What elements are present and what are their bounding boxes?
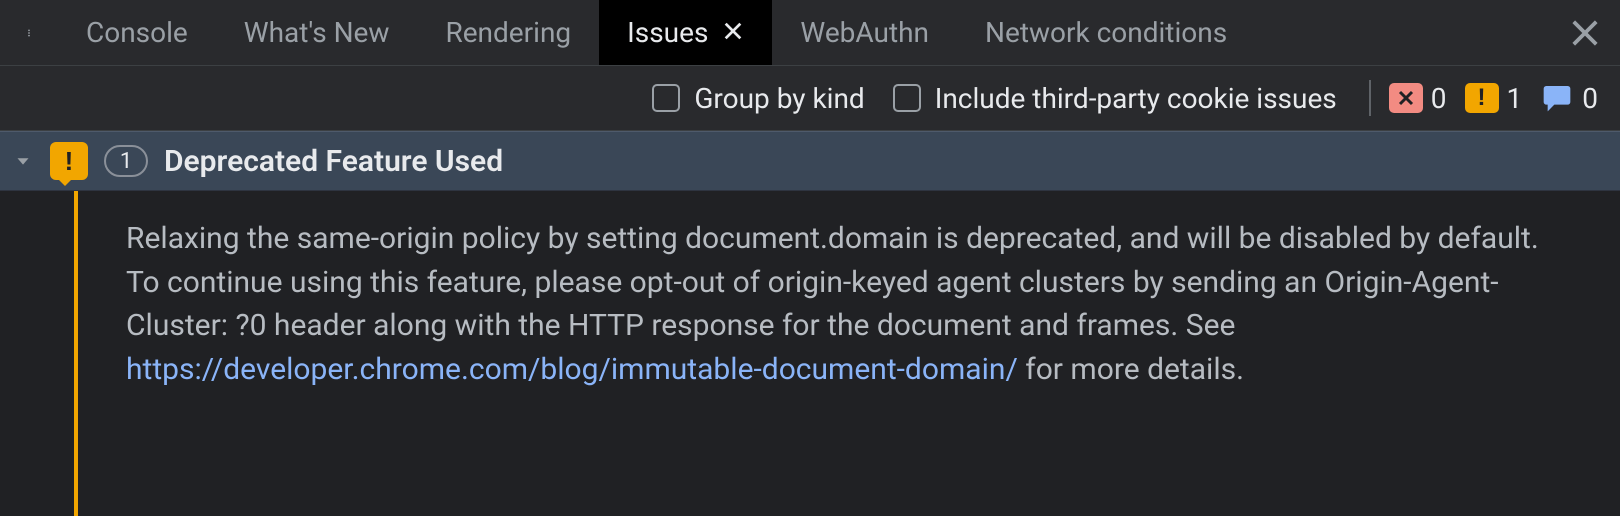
group-by-kind-option[interactable]: Group by kind [652, 82, 864, 115]
issue-occurrence-count: 1 [104, 145, 148, 177]
include-third-party-label: Include third-party cookie issues [935, 82, 1337, 115]
error-icon [1389, 83, 1423, 113]
warning-count[interactable]: ! 1 [1465, 82, 1523, 115]
checkbox-icon[interactable] [893, 84, 921, 112]
warning-bubble-icon: ! [50, 142, 88, 180]
chevron-down-icon[interactable] [12, 150, 34, 172]
issue-learn-more-link[interactable]: https://developer.chrome.com/blog/immuta… [126, 352, 1018, 387]
warning-icon: ! [1465, 83, 1499, 113]
close-icon[interactable] [722, 16, 744, 49]
tab-list: Console What's New Rendering Issues WebA… [58, 0, 1255, 65]
tab-whats-new[interactable]: What's New [216, 0, 418, 65]
more-tabs-icon[interactable] [0, 20, 58, 46]
tab-webauthn[interactable]: WebAuthn [772, 0, 957, 65]
checkbox-icon[interactable] [652, 84, 680, 112]
issue-description: Relaxing the same-origin policy by setti… [80, 191, 1580, 516]
toolbar-divider [1369, 80, 1371, 116]
drawer-tabbar: Console What's New Rendering Issues WebA… [0, 0, 1620, 66]
include-third-party-option[interactable]: Include third-party cookie issues [893, 82, 1337, 115]
tab-console[interactable]: Console [58, 0, 216, 65]
close-drawer-icon[interactable] [1550, 18, 1620, 48]
group-by-kind-label: Group by kind [694, 82, 864, 115]
issue-counts: 0 ! 1 0 [1389, 82, 1598, 115]
info-icon [1540, 83, 1574, 113]
issue-gutter [0, 191, 80, 516]
tab-issues[interactable]: Issues [599, 0, 772, 65]
issue-title: Deprecated Feature Used [164, 144, 503, 179]
tab-network-conditions[interactable]: Network conditions [957, 0, 1255, 65]
issue-body: Relaxing the same-origin policy by setti… [0, 191, 1620, 516]
info-count[interactable]: 0 [1540, 82, 1598, 115]
issues-toolbar: Group by kind Include third-party cookie… [0, 66, 1620, 131]
error-count[interactable]: 0 [1389, 82, 1447, 115]
issue-row-header[interactable]: ! 1 Deprecated Feature Used [0, 131, 1620, 191]
tab-rendering[interactable]: Rendering [417, 0, 599, 65]
